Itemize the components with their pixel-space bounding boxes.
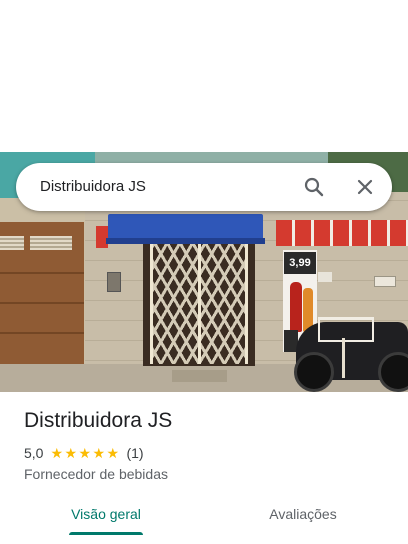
close-icon[interactable]	[353, 175, 377, 199]
photo-electric-meter	[107, 272, 121, 292]
photo-door-bar	[150, 244, 153, 364]
photo-wall-light	[374, 276, 396, 287]
photo-garage-line	[0, 272, 84, 274]
photo-garage-line	[0, 302, 84, 304]
photo-motorcycle-wheel	[294, 352, 334, 392]
photo-garage-line	[0, 332, 84, 334]
star-icon: ★	[50, 444, 64, 461]
photo-price-tag: 3,99	[284, 252, 316, 274]
star-rating: ★ ★ ★ ★ ★	[50, 444, 120, 461]
place-title: Distribuidora JS	[24, 409, 173, 432]
search-query-text[interactable]: Distribuidora JS	[40, 163, 146, 211]
tab-reviews[interactable]: Avaliações	[258, 496, 348, 536]
photo-rack-leg	[342, 338, 345, 378]
star-icon: ★	[106, 444, 120, 461]
rating-value: 5,0	[24, 445, 44, 461]
photo-garage-vent	[0, 236, 24, 250]
photo-poster-strip	[276, 220, 408, 246]
photo-metal-rack	[318, 317, 374, 342]
photo-door-bar	[198, 244, 201, 364]
photo-poster	[96, 226, 108, 248]
photo-garage-vent	[30, 236, 72, 250]
place-category[interactable]: Fornecedor de bebidas	[24, 465, 168, 483]
tab-selected-indicator	[69, 532, 143, 535]
tab-overview[interactable]: Visão geral	[64, 496, 148, 536]
photo-outlet	[318, 272, 332, 282]
review-count[interactable]: (1)	[126, 445, 143, 461]
rating-row[interactable]: 5,0 ★ ★ ★ ★ ★ (1)	[24, 444, 144, 462]
photo-step	[172, 370, 227, 382]
photo-awning-edge	[106, 238, 265, 244]
search-icon[interactable]	[302, 175, 326, 199]
search-bar[interactable]: Distribuidora JS	[16, 163, 392, 211]
place-tabs: Visão geral Avaliações	[0, 496, 408, 544]
photo-soda-bottle	[290, 282, 302, 332]
blank-map-area	[0, 0, 408, 152]
star-icon: ★	[92, 444, 106, 461]
star-icon: ★	[78, 444, 92, 461]
photo-door-bar	[245, 244, 248, 364]
star-icon: ★	[64, 444, 78, 461]
